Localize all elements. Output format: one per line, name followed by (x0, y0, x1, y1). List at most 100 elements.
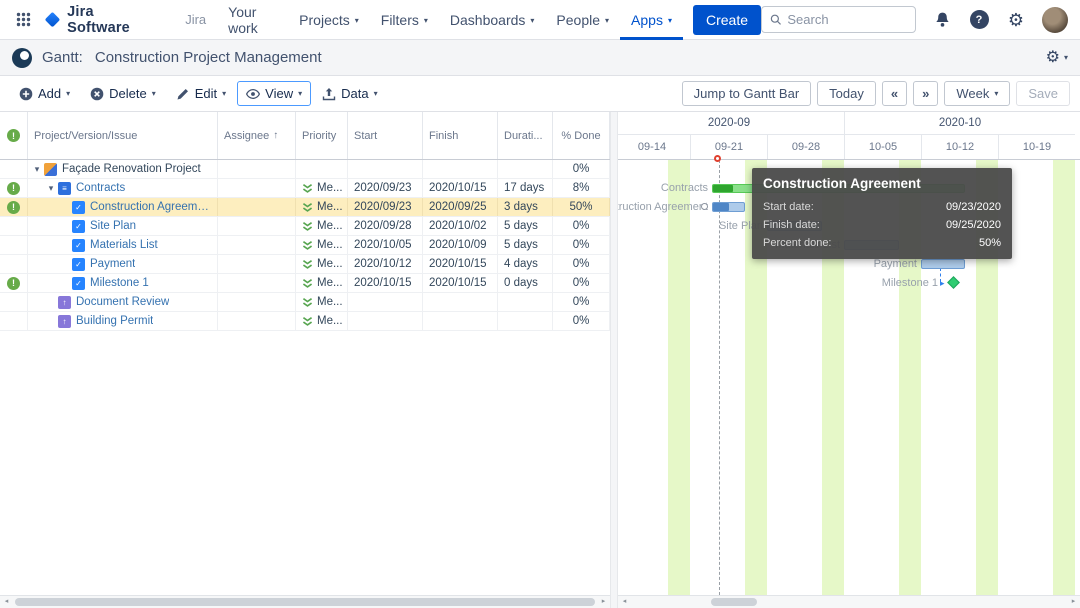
column-header-done[interactable]: % Done (553, 112, 610, 159)
help-icon[interactable]: ? (968, 9, 990, 31)
view-button[interactable]: View▾ (237, 81, 311, 106)
expander-icon[interactable]: ▾ (44, 183, 58, 194)
cell-value: 5 days (504, 239, 538, 251)
nav-item-label: Apps (631, 12, 663, 28)
table-horizontal-scrollbar[interactable]: ◂ ▸ (0, 595, 610, 608)
panel-splitter[interactable] (610, 112, 618, 608)
cell-value: 2020/09/28 (354, 220, 412, 232)
issue-link[interactable]: Construction Agreement (90, 201, 211, 213)
gantt-bar-progress (713, 203, 729, 211)
table-row-contracts[interactable]: !▾≡ContractsMe...2020/09/232020/10/1517 … (0, 179, 610, 198)
row-status-cell: ! (0, 198, 28, 216)
notifications-icon[interactable] (931, 9, 953, 31)
scroll-left-icon[interactable]: ◂ (0, 596, 13, 608)
scroll-thumb[interactable] (711, 598, 757, 606)
table-row-materials-list[interactable]: ✓Materials ListMe...2020/10/052020/10/09… (0, 236, 610, 255)
nav-item-people[interactable]: People▾ (545, 0, 620, 40)
chart-horizontal-scrollbar[interactable]: ◂ ▸ (618, 595, 1080, 608)
jira-logo[interactable]: Jira Software (43, 4, 158, 36)
table-row-construction-agreement[interactable]: !✓Construction AgreementMe...2020/09/232… (0, 198, 610, 217)
scroll-right-icon[interactable]: ▸ (597, 596, 610, 608)
cell-value: 0% (573, 163, 590, 175)
done-cell: 0% (553, 293, 610, 311)
table-row-document-review[interactable]: ↑Document ReviewMe...0% (0, 293, 610, 312)
add-button[interactable]: Add▾ (10, 81, 79, 106)
app-switcher-icon[interactable] (12, 8, 35, 32)
issue-name-cell: ↑Document Review (28, 293, 218, 311)
column-header-label: Finish (429, 130, 458, 142)
column-header-start[interactable]: Start (348, 112, 423, 159)
done-cell: 50% (553, 198, 610, 216)
delete-button[interactable]: Delete▾ (81, 81, 165, 106)
duration-cell (498, 293, 553, 311)
settings-icon[interactable]: ⚙ (1005, 9, 1027, 31)
bar-drag-handle[interactable] (701, 203, 708, 210)
avatar[interactable] (1042, 7, 1068, 33)
table-row-fa-ade-renovation-project[interactable]: ▾Façade Renovation Project0% (0, 160, 610, 179)
nav-item-jira[interactable]: Jira (174, 0, 217, 40)
milestone-diamond[interactable] (947, 276, 960, 289)
scroll-left-icon[interactable]: ◂ (618, 596, 631, 608)
priority-lowest-icon (302, 316, 313, 327)
page-right-button[interactable]: » (913, 81, 938, 106)
gantt-titlebar: Gantt: Construction Project Management ⚙… (0, 40, 1080, 76)
search-box[interactable] (761, 6, 916, 33)
jira-diamond-icon (45, 12, 60, 27)
toolbar-left: Add▾Delete▾Edit▾View▾Data▾ (10, 81, 387, 106)
issue-link[interactable]: Payment (90, 258, 135, 270)
gantt-bar-payment[interactable] (921, 259, 965, 269)
assignee-cell (218, 255, 296, 273)
issue-link[interactable]: Document Review (76, 296, 169, 308)
search-input[interactable] (787, 12, 907, 27)
chevron-down-icon: ▾ (424, 16, 428, 25)
issue-link[interactable]: Contracts (76, 182, 125, 194)
save-button[interactable]: Save (1016, 81, 1070, 106)
weekend-stripe (1053, 160, 1075, 595)
expander-icon[interactable]: ▾ (30, 164, 44, 175)
nav-item-projects[interactable]: Projects▾ (288, 0, 370, 40)
scroll-thumb[interactable] (15, 598, 595, 606)
issue-link[interactable]: Materials List (90, 239, 158, 251)
assignee-cell (218, 217, 296, 235)
task-checkbox-icon: ✓ (72, 277, 85, 290)
done-cell: 0% (553, 160, 610, 178)
jump-to-gantt-bar-button[interactable]: Jump to Gantt Bar (682, 81, 812, 106)
issue-link[interactable]: Milestone 1 (90, 277, 149, 289)
today-button[interactable]: Today (817, 81, 876, 106)
table-row-milestone-1[interactable]: !✓Milestone 1Me...2020/10/152020/10/150 … (0, 274, 610, 293)
data-button[interactable]: Data▾ (313, 81, 386, 106)
finish-cell: 2020/10/15 (423, 255, 498, 273)
assignee-cell (218, 236, 296, 254)
create-button[interactable]: Create (693, 5, 761, 35)
table-row-site-plan[interactable]: ✓Site PlanMe...2020/09/282020/10/025 day… (0, 217, 610, 236)
scroll-right-icon[interactable]: ▸ (1067, 596, 1080, 608)
issue-type-doc-icon: ≡ (58, 182, 71, 195)
zoom-level-button[interactable]: Week▾ (944, 81, 1010, 106)
nav-item-apps[interactable]: Apps▾ (620, 0, 683, 40)
issue-link[interactable]: Site Plan (90, 220, 136, 232)
gantt-settings-button[interactable]: ⚙ ▾ (1046, 50, 1068, 66)
nav-item-your-work[interactable]: Your work (217, 0, 288, 40)
column-header-finish[interactable]: Finish (423, 112, 498, 159)
issue-link[interactable]: Building Permit (76, 315, 153, 327)
column-header-priority[interactable]: Priority (296, 112, 348, 159)
edit-button[interactable]: Edit▾ (167, 81, 235, 106)
assignee-cell (218, 312, 296, 330)
gantt-bar-construction-agreement[interactable] (712, 202, 745, 212)
issue-name-cell: ▾≡ Contracts (28, 179, 218, 197)
task-checkbox-icon: ✓ (72, 239, 85, 252)
table-row-payment[interactable]: ✓PaymentMe...2020/10/122020/10/154 days0… (0, 255, 610, 274)
task-checkbox-icon: ✓ (72, 201, 85, 214)
column-header-assignee[interactable]: Assignee↑ (218, 112, 296, 159)
done-cell: 0% (553, 274, 610, 292)
pencil-icon (176, 87, 190, 101)
nav-item-filters[interactable]: Filters▾ (370, 0, 439, 40)
table-row-building-permit[interactable]: ↑Building PermitMe...0% (0, 312, 610, 331)
chevron-down-icon: ▾ (222, 89, 226, 98)
issue-table-panel: !Project/Version/IssueAssignee↑PriorityS… (0, 112, 610, 608)
column-header-duration[interactable]: Durati... (498, 112, 553, 159)
column-header-name[interactable]: Project/Version/Issue (28, 112, 218, 159)
page-left-button[interactable]: « (882, 81, 907, 106)
nav-item-dashboards[interactable]: Dashboards▾ (439, 0, 546, 40)
priority-label: Me... (317, 277, 343, 289)
